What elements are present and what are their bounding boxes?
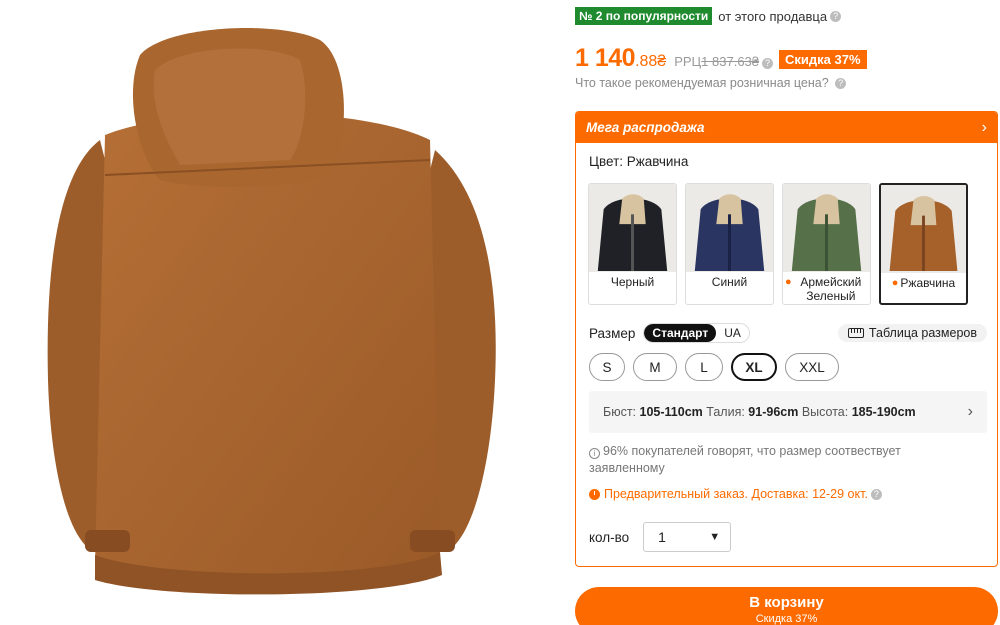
swatch-thumbnail <box>589 184 676 272</box>
quantity-label: кол-во <box>589 529 630 545</box>
chevron-down-icon: ▼ <box>709 531 721 543</box>
popularity-text: от этого продавца <box>718 8 828 24</box>
help-icon[interactable]: ? <box>870 488 882 500</box>
color-swatches: Черный Синий ● Армейский Зеленый ● Ржавчин… <box>588 183 968 305</box>
size-standard-option[interactable]: UA <box>716 324 749 342</box>
price-main: 1 140 <box>575 44 636 72</box>
swatch-label: Черный <box>610 275 655 289</box>
fire-icon: ● <box>891 277 899 289</box>
measurements-row[interactable]: Бюст: 105-110cm Талия: 91-96cm Высота: 1… <box>589 391 987 433</box>
rrp-question-text: Что такое рекомендуемая розничная цена? <box>575 76 829 90</box>
add-to-cart-button[interactable]: В корзину Скидка 37% <box>575 587 998 625</box>
fit-note-text: 96% покупателей говорят, что размер соот… <box>589 444 901 475</box>
chevron-right-icon: › <box>981 118 987 136</box>
size-label: Размер <box>589 325 636 341</box>
rrp-help-icon[interactable]: ? <box>762 58 774 69</box>
swatch-thumbnail <box>686 184 773 272</box>
size-chart-button[interactable]: Таблица размеров <box>837 324 987 342</box>
add-to-cart-label: В корзину <box>749 594 824 611</box>
mega-sale-title: Мега распродажа <box>586 120 705 135</box>
preorder-note: Предварительный заказ. Доставка: 12-29 о… <box>589 487 882 501</box>
measure-bust-value: 105-110cm <box>639 405 703 419</box>
fire-icon: ● <box>785 276 792 288</box>
size-row: Размер Стандарт UA Таблица размеров <box>589 323 987 343</box>
product-main-image[interactable] <box>0 0 560 625</box>
popularity-row: № 2 по популярности от этого продавца ? <box>575 7 842 25</box>
size-button-xxl[interactable]: XXL <box>785 353 839 381</box>
color-swatch-rust[interactable]: ● Ржавчина <box>879 183 968 305</box>
swatch-thumbnail <box>881 185 966 273</box>
measure-height-label: Высота: <box>801 405 849 419</box>
size-chart-label: Таблица размеров <box>868 326 977 340</box>
help-icon[interactable]: ? <box>830 10 842 22</box>
help-icon[interactable]: ? <box>835 78 847 90</box>
quantity-value: 1 <box>658 529 666 545</box>
rrp-question[interactable]: Что такое рекомендуемая розничная цена? … <box>575 76 847 90</box>
color-swatch-blue[interactable]: Синий <box>685 183 774 305</box>
popularity-badge: № 2 по популярности <box>575 7 713 25</box>
info-icon: i <box>589 448 600 459</box>
swatch-label: Синий <box>711 275 748 289</box>
swatch-label: Ржавчина <box>900 276 956 290</box>
size-standard-option[interactable]: Стандарт <box>644 324 717 342</box>
product-info-panel: № 2 по популярности от этого продавца ? … <box>575 0 1000 625</box>
size-button-l[interactable]: L <box>685 353 723 381</box>
size-standard-toggle: Стандарт UA <box>643 323 750 343</box>
quantity-row: кол-во 1 ▼ <box>589 522 732 552</box>
measure-waist-label: Талия: <box>706 405 745 419</box>
measure-bust-label: Бюст: <box>603 405 637 419</box>
discount-badge: Скидка 37% <box>779 50 867 69</box>
add-to-cart-sublabel: Скидка 37% <box>755 613 818 625</box>
rrp-label: РРЦ <box>674 54 702 69</box>
quantity-select[interactable]: 1 ▼ <box>643 522 732 552</box>
color-swatch-black[interactable]: Черный <box>588 183 677 305</box>
mega-sale-box: Мега распродажа › Цвет: Ржавчина Черный … <box>575 111 998 567</box>
swatch-label: Армейский Зеленый <box>800 275 862 303</box>
size-button-xl[interactable]: XL <box>731 353 777 381</box>
chevron-right-icon: › <box>967 403 973 420</box>
color-label: Цвет: Ржавчина <box>589 154 689 169</box>
preorder-text: Предварительный заказ. Доставка: 12-29 о… <box>604 487 868 501</box>
measure-height-value: 185-190cm <box>851 405 916 419</box>
price-cents: .88₴ <box>635 53 667 70</box>
swatch-thumbnail <box>783 184 870 272</box>
rrp-value: 1 837.63₴ <box>701 54 760 69</box>
mega-sale-header[interactable]: Мега распродажа › <box>576 112 997 143</box>
measure-waist-value: 91-96cm <box>748 405 799 419</box>
size-button-m[interactable]: M <box>633 353 677 381</box>
ruler-icon <box>847 328 864 338</box>
size-button-s[interactable]: S <box>589 353 625 381</box>
price-row: 1 140 .88₴ РРЦ 1 837.63₴ ? Скидка 37% <box>575 44 867 73</box>
color-swatch-army-green[interactable]: ● Армейский Зеленый <box>782 183 871 305</box>
fit-note: i 96% покупателей говорят, что размер соо… <box>589 443 979 477</box>
clock-icon <box>589 488 600 500</box>
size-options: S M L XL XXL <box>589 353 839 381</box>
